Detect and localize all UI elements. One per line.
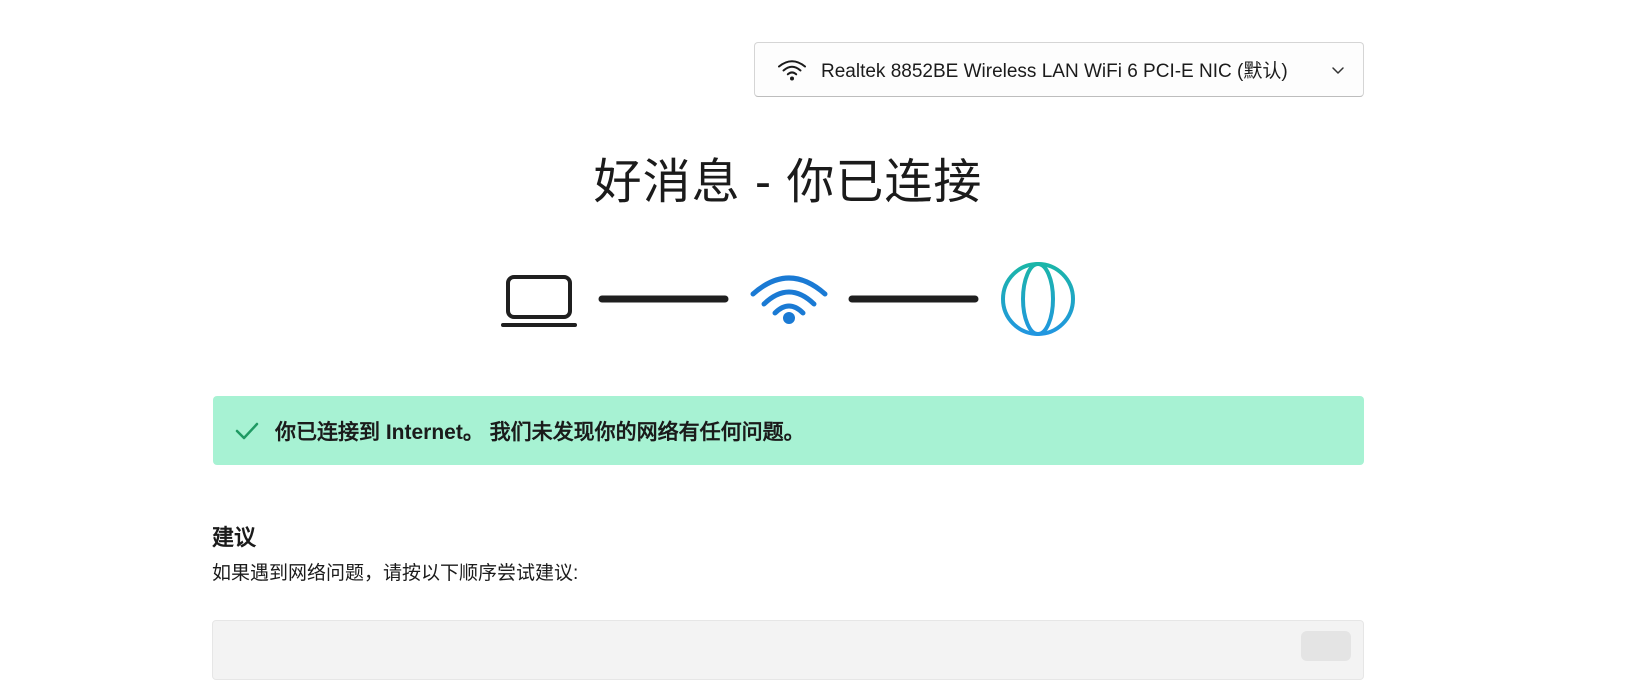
suggestions-description: 如果遇到网络问题，请按以下顺序尝试建议: — [212, 563, 579, 584]
suggestion-card[interactable] — [212, 620, 1364, 680]
laptop-icon — [501, 275, 577, 327]
suggestion-action-button[interactable] — [1301, 631, 1351, 661]
chevron-down-icon — [1332, 66, 1344, 74]
check-icon — [235, 422, 259, 439]
status-message: 你已连接到 Internet。 我们未发现你的网络有任何问题。 — [275, 420, 805, 444]
suggestions-title: 建议 — [212, 525, 257, 550]
wifi-icon — [778, 59, 806, 80]
wifi-icon — [750, 275, 828, 324]
adapter-name: Realtek 8852BE Wireless LAN WiFi 6 PCI-E… — [821, 61, 1288, 82]
adapter-dropdown[interactable]: Realtek 8852BE Wireless LAN WiFi 6 PCI-E… — [754, 42, 1364, 97]
globe-icon — [1001, 262, 1075, 336]
status-banner: 你已连接到 Internet。 我们未发现你的网络有任何问题。 — [213, 396, 1364, 465]
connection-diagram — [501, 262, 1075, 336]
page-title: 好消息 - 你已连接 — [593, 156, 983, 209]
